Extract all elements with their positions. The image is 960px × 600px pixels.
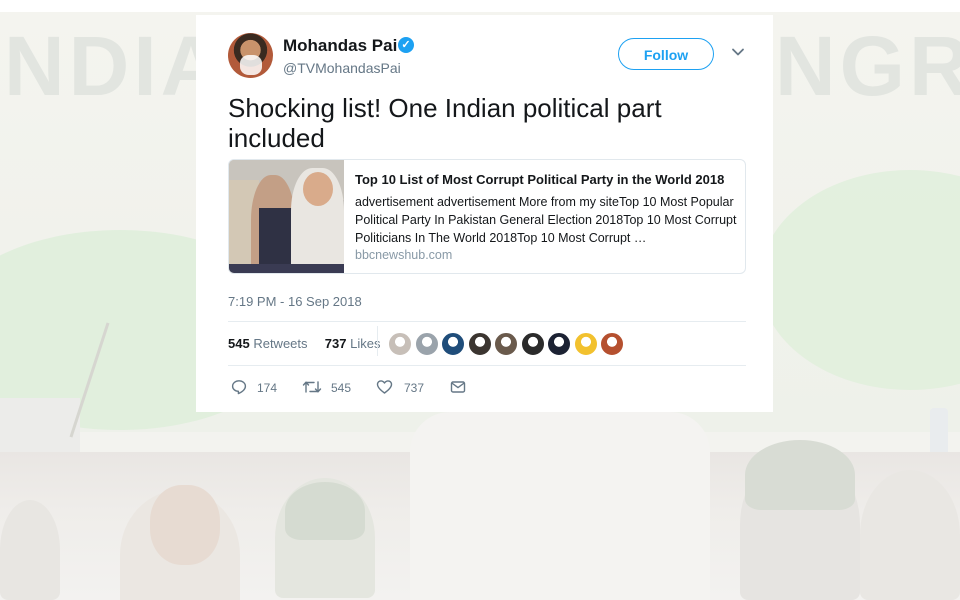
liker-avatar[interactable]	[520, 332, 545, 356]
like-count: 737	[404, 381, 425, 395]
link-preview-card[interactable]: Top 10 List of Most Corrupt Political Pa…	[228, 159, 746, 274]
background-banner-text-right: NGRE	[775, 19, 960, 113]
background-person	[860, 470, 960, 600]
liker-avatar[interactable]	[547, 332, 571, 356]
envelope-icon	[450, 381, 466, 393]
tweet-text: Shocking list! One Indian political part…	[228, 93, 662, 153]
link-preview-title: Top 10 List of Most Corrupt Political Pa…	[355, 172, 725, 187]
author-name[interactable]: Mohandas Pai	[283, 36, 397, 56]
direct-message-button[interactable]	[450, 377, 470, 397]
stats-separator	[377, 326, 378, 356]
likes-label[interactable]: Likes	[350, 336, 380, 351]
liker-avatar[interactable]	[600, 332, 624, 356]
link-preview-image	[229, 160, 344, 273]
liker-avatar[interactable]	[573, 332, 598, 356]
verified-badge-icon: ✓	[398, 37, 414, 53]
reply-button[interactable]: 174	[231, 377, 281, 397]
link-preview-body: Top 10 List of Most Corrupt Political Pa…	[355, 171, 740, 262]
retweet-icon	[302, 381, 322, 393]
retweet-button[interactable]: 545	[302, 377, 358, 397]
background-box	[0, 398, 80, 460]
background-speaker	[410, 412, 710, 600]
liker-avatar[interactable]	[388, 332, 412, 356]
follow-button[interactable]: Follow	[618, 38, 714, 70]
tweet-timestamp[interactable]: 7:19 PM - 16 Sep 2018	[228, 294, 362, 309]
liker-avatar[interactable]	[441, 332, 465, 356]
liker-avatar[interactable]	[467, 332, 492, 356]
divider	[228, 321, 746, 322]
author-avatar[interactable]	[228, 33, 273, 78]
liker-avatar[interactable]	[414, 332, 439, 356]
like-button[interactable]: 737	[376, 377, 426, 397]
liker-avatar[interactable]	[494, 332, 518, 356]
chevron-down-icon[interactable]	[731, 45, 745, 59]
divider	[228, 365, 746, 366]
likes-count[interactable]: 737	[325, 336, 347, 351]
reply-icon	[231, 380, 247, 395]
link-preview-domain: bbcnewshub.com	[355, 248, 453, 262]
retweets-label[interactable]: Retweets	[253, 336, 307, 351]
heart-icon	[376, 380, 393, 394]
avatar-face	[240, 55, 262, 75]
background-person-head	[150, 485, 220, 565]
author-handle[interactable]: @TVMohandasPai	[283, 60, 401, 76]
background-person-turban	[745, 440, 855, 510]
tweet-stats: 545 Retweets 737 Likes	[228, 336, 380, 351]
background-person-turban	[285, 482, 365, 540]
background-person	[0, 500, 60, 600]
link-preview-description: advertisement advertisement More from my…	[355, 195, 737, 245]
retweets-count[interactable]: 545	[228, 336, 250, 351]
reply-count: 174	[257, 381, 278, 395]
background-top-strip	[0, 0, 960, 12]
tweet-card: Mohandas Pai ✓ @TVMohandasPai Follow Sho…	[196, 15, 773, 412]
retweet-count: 545	[331, 381, 352, 395]
